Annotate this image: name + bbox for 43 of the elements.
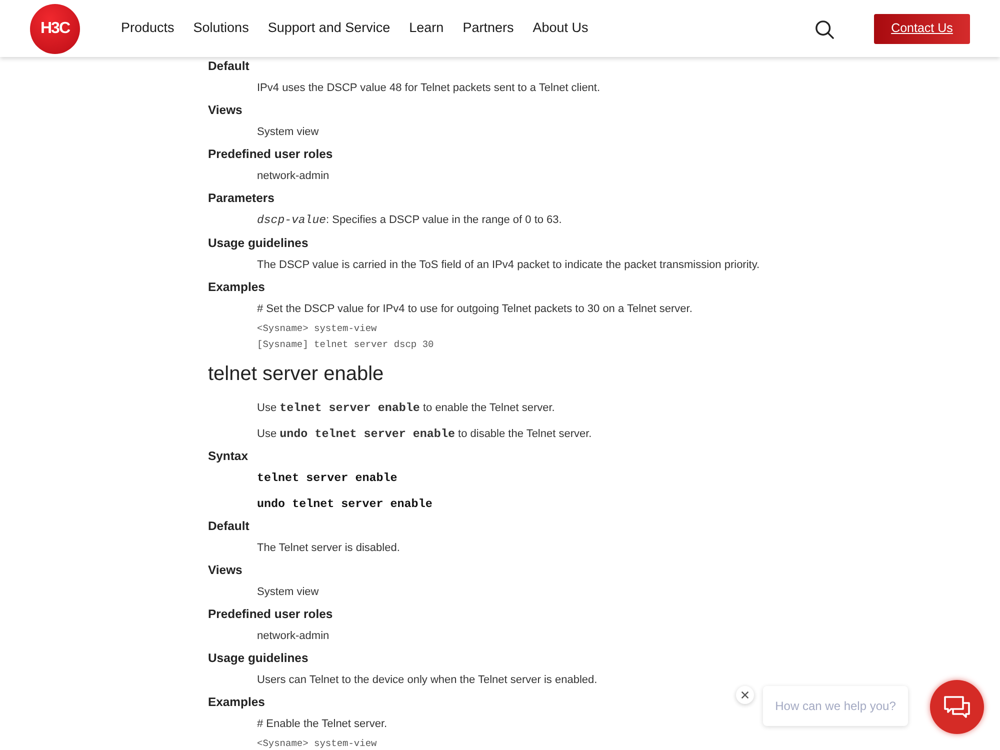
paragraph: # Enable the Telnet server. bbox=[257, 717, 388, 732]
logo[interactable]: H3C bbox=[30, 4, 80, 54]
field-heading: Predefined user roles bbox=[208, 146, 333, 163]
paragraph: The Telnet server is disabled. bbox=[257, 541, 400, 556]
code-line: <Sysname> system-view bbox=[257, 322, 377, 335]
contact-us-button[interactable]: Contact Us bbox=[874, 14, 970, 44]
nav-link[interactable]: Support and Service bbox=[268, 18, 390, 39]
nav-link[interactable]: Learn bbox=[409, 18, 444, 39]
field-heading: Syntax bbox=[208, 448, 248, 465]
field-heading: Usage guidelines bbox=[208, 235, 308, 252]
field-heading: Views bbox=[208, 102, 242, 119]
close-icon[interactable] bbox=[736, 686, 754, 704]
nav-link[interactable]: About Us bbox=[532, 18, 588, 39]
field-heading: Default bbox=[208, 58, 250, 75]
code-line: <Sysname> system-view bbox=[257, 737, 377, 750]
syntax-line: undo telnet server enable bbox=[257, 496, 432, 513]
search-icon[interactable] bbox=[815, 20, 834, 39]
nav-link[interactable]: Partners bbox=[462, 18, 514, 39]
chat-bubbles-icon bbox=[943, 695, 971, 719]
chat-button[interactable] bbox=[930, 680, 984, 734]
paragraph: Use telnet server enable to enable the Telnet server. bbox=[257, 400, 555, 417]
nav-link[interactable]: Products bbox=[121, 18, 174, 39]
paragraph: IPv4 uses the DSCP value 48 for Telnet packets sent to a Telnet client. bbox=[257, 81, 600, 96]
field-heading: Usage guidelines bbox=[208, 650, 308, 667]
field-heading: Views bbox=[208, 562, 242, 579]
field-heading: Examples bbox=[208, 279, 265, 296]
paragraph: Users can Telnet to the device only when the Telnet server is enabled. bbox=[257, 673, 598, 688]
paragraph: dscp-value: Specifies a DSCP value in the range of 0 to 63. bbox=[257, 213, 562, 229]
paragraph: Use undo telnet server enable to disable the Telnet server. bbox=[257, 426, 592, 443]
field-heading: Default bbox=[208, 518, 250, 535]
field-heading: Parameters bbox=[208, 190, 274, 207]
section-title: telnet server enable bbox=[208, 362, 384, 387]
paragraph: System view bbox=[257, 585, 319, 600]
field-heading: Predefined user roles bbox=[208, 606, 333, 623]
field-heading: Examples bbox=[208, 694, 265, 711]
nav-link[interactable]: Solutions bbox=[193, 18, 249, 39]
paragraph: # Set the DSCP value for IPv4 to use for outgoing Telnet packets to 30 on a Telnet server. bbox=[257, 302, 692, 317]
syntax-line: telnet server enable bbox=[257, 470, 398, 487]
code-line: [Sysname] telnet server dscp 30 bbox=[257, 338, 434, 351]
paragraph: network-admin bbox=[257, 629, 330, 644]
paragraph: network-admin bbox=[257, 169, 330, 184]
paragraph: The DSCP value is carried in the ToS field of an IPv4 packet to indicate the packet transmission priority. bbox=[257, 258, 760, 273]
paragraph: System view bbox=[257, 125, 319, 140]
